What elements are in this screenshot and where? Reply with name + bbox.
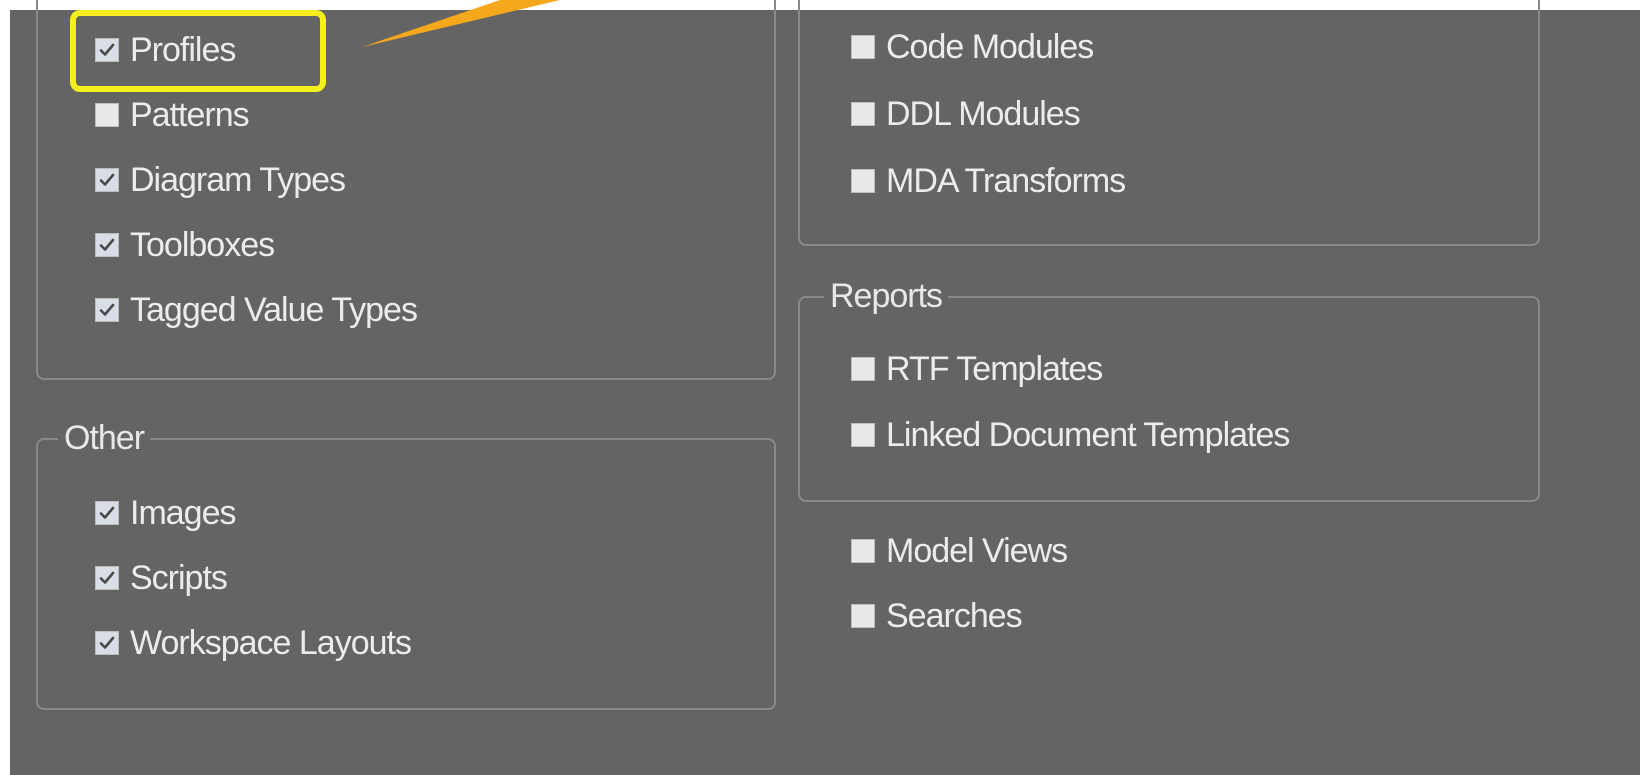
checkbox-box[interactable] (95, 103, 119, 127)
checkbox-box[interactable] (95, 168, 119, 192)
checkbox-workspace-layouts[interactable]: Workspace Layouts (95, 620, 412, 666)
checkbox-label: Scripts (130, 558, 228, 597)
checkbox-box[interactable] (851, 357, 875, 381)
checkbox-patterns[interactable]: Patterns (95, 92, 250, 138)
checkbox-box[interactable] (95, 38, 119, 62)
checkbox-box[interactable] (851, 423, 875, 447)
checkbox-label: Patterns (130, 95, 250, 134)
checkbox-tagged-value-types[interactable]: Tagged Value Types (95, 287, 418, 333)
checkbox-searches[interactable]: Searches (851, 593, 1023, 639)
checkbox-label: Code Modules (886, 27, 1094, 66)
checkbox-box[interactable] (95, 631, 119, 655)
checkbox-diagram-types[interactable]: Diagram Types (95, 157, 346, 203)
checkbox-label: Tagged Value Types (130, 290, 418, 329)
checkbox-linked-document-templates[interactable]: Linked Document Templates (851, 412, 1290, 458)
checkbox-profiles[interactable]: Profiles (95, 27, 236, 73)
checkbox-label: Model Views (886, 531, 1068, 570)
checkbox-label: MDA Transforms (886, 161, 1126, 200)
checkbox-box[interactable] (851, 35, 875, 59)
checkbox-box[interactable] (95, 298, 119, 322)
checkbox-model-views[interactable]: Model Views (851, 528, 1068, 574)
checkbox-label: Toolboxes (130, 225, 275, 264)
checkbox-box[interactable] (851, 539, 875, 563)
checkbox-label: Workspace Layouts (130, 623, 412, 662)
checkbox-toolboxes[interactable]: Toolboxes (95, 222, 275, 268)
checkbox-box[interactable] (95, 233, 119, 257)
checkbox-label: Diagram Types (130, 160, 346, 199)
checkbox-box[interactable] (95, 501, 119, 525)
checkbox-images[interactable]: Images (95, 490, 236, 536)
checkbox-code-modules[interactable]: Code Modules (851, 24, 1094, 70)
reports-group: Reports (798, 276, 1540, 502)
checkbox-label: DDL Modules (886, 94, 1081, 133)
checkbox-ddl-modules[interactable]: DDL Modules (851, 91, 1081, 137)
other-group-title: Other (58, 418, 151, 458)
checkbox-label: RTF Templates (886, 349, 1103, 388)
checkbox-label: Linked Document Templates (886, 415, 1290, 454)
checkbox-box[interactable] (851, 604, 875, 628)
checkbox-mda-transforms[interactable]: MDA Transforms (851, 158, 1126, 204)
checkbox-scripts[interactable]: Scripts (95, 555, 228, 601)
checkbox-box[interactable] (851, 169, 875, 193)
checkbox-label: Profiles (130, 30, 236, 69)
checkbox-label: Images (130, 493, 236, 532)
checkbox-box[interactable] (95, 566, 119, 590)
reports-group-title: Reports (824, 276, 949, 316)
checkbox-rtf-templates[interactable]: RTF Templates (851, 346, 1103, 392)
checkbox-box[interactable] (851, 102, 875, 126)
checkbox-label: Searches (886, 596, 1023, 635)
